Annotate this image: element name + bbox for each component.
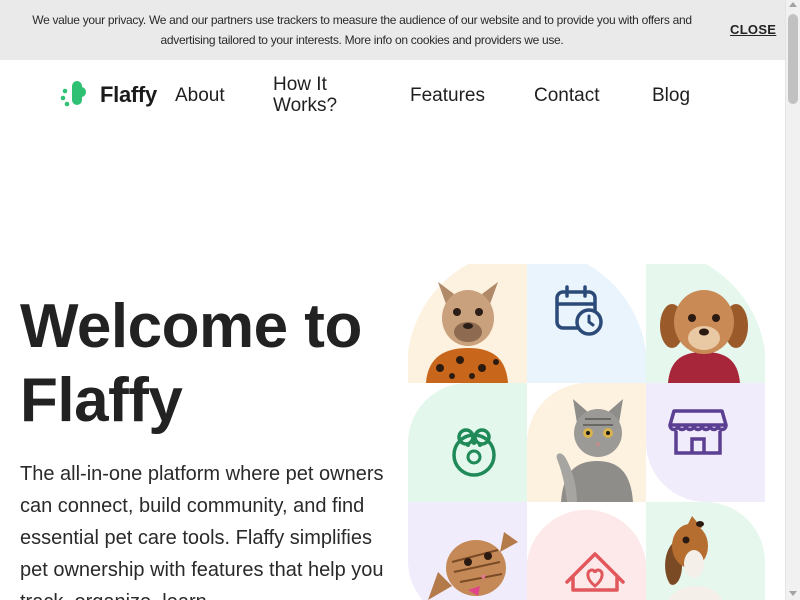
brand-logo[interactable]: Flaffy bbox=[60, 80, 157, 110]
nav-blog[interactable]: Blog bbox=[652, 85, 690, 106]
calendar-clock-icon bbox=[527, 264, 646, 383]
tile-home-heart bbox=[527, 502, 646, 600]
hero-image-grid bbox=[408, 264, 765, 600]
beagle-photo bbox=[646, 502, 765, 600]
page-scrollbar[interactable] bbox=[785, 0, 800, 600]
tile-calendar bbox=[527, 264, 646, 383]
flaffy-logo-icon bbox=[60, 81, 87, 107]
store-icon bbox=[646, 383, 765, 502]
tile-shih-tzu bbox=[646, 264, 765, 383]
nav-contact[interactable]: Contact bbox=[534, 85, 599, 106]
tabby-cat-photo bbox=[527, 383, 646, 502]
tile-paw-badge bbox=[408, 383, 527, 502]
tile-tabby-cat bbox=[527, 383, 646, 502]
scroll-down-arrow-icon[interactable] bbox=[789, 591, 797, 596]
nav-how-it-works[interactable]: How It Works? bbox=[273, 74, 353, 116]
tile-store bbox=[646, 383, 765, 502]
cookie-message: We value your privacy. We and our partne… bbox=[32, 13, 692, 47]
scrollbar-thumb[interactable] bbox=[788, 14, 798, 104]
cookie-close-button[interactable]: CLOSE bbox=[730, 22, 776, 37]
hero-title: Welcome to Flaffy bbox=[20, 292, 362, 435]
tile-beagle bbox=[646, 502, 765, 600]
french-bulldog-photo bbox=[408, 264, 527, 383]
scroll-up-arrow-icon[interactable] bbox=[789, 2, 797, 7]
paw-badge-icon bbox=[408, 383, 527, 502]
hero-description: The all-in-one platform where pet owners… bbox=[20, 463, 384, 600]
shih-tzu-photo bbox=[646, 264, 765, 383]
nav-about[interactable]: About bbox=[175, 85, 225, 106]
kitten-photo bbox=[408, 502, 527, 600]
nav-features[interactable]: Features bbox=[410, 85, 485, 106]
brand-name: Flaffy bbox=[100, 82, 157, 107]
home-heart-icon bbox=[527, 509, 646, 600]
cookie-banner: We value your privacy. We and our partne… bbox=[0, 0, 785, 60]
tile-kitten bbox=[408, 502, 527, 600]
tile-french-bulldog bbox=[408, 264, 527, 383]
